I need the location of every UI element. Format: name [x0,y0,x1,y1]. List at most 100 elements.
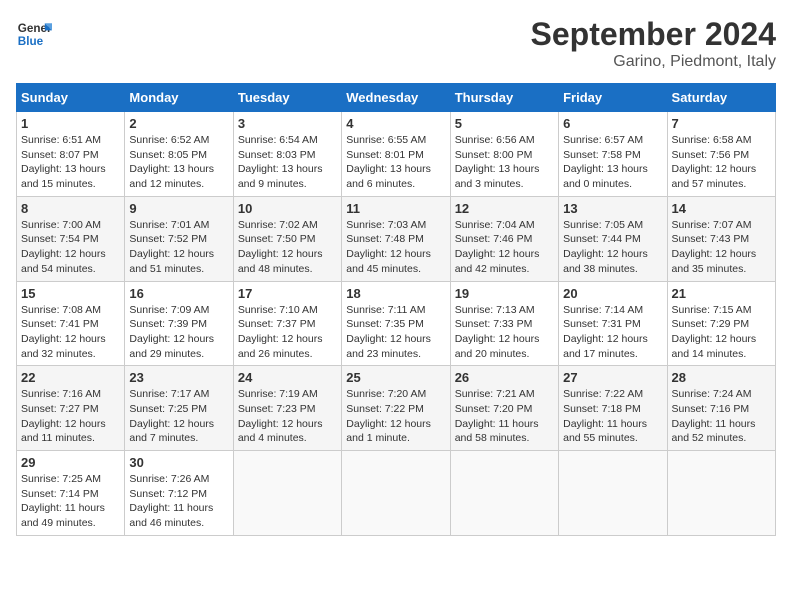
table-row: 26 Sunrise: 7:21 AM Sunset: 7:20 PM Dayli… [450,366,558,451]
day-info: Sunrise: 6:51 AM Sunset: 8:07 PM Dayligh… [21,133,120,192]
day-info: Sunrise: 7:03 AM Sunset: 7:48 PM Dayligh… [346,218,445,277]
table-row: 9Sunrise: 7:01 AM Sunset: 7:52 PM Daylig… [125,196,233,281]
day-number: 1 [21,116,120,131]
day-info: Sunrise: 7:13 AM Sunset: 7:33 PM Dayligh… [455,303,554,362]
table-row [342,451,450,536]
day-number: 18 [346,286,445,301]
table-row: 10Sunrise: 7:02 AM Sunset: 7:50 PM Dayli… [233,196,341,281]
day-info: Sunrise: 6:56 AM Sunset: 8:00 PM Dayligh… [455,133,554,192]
logo: General Blue [16,16,52,52]
day-number: 13 [563,201,662,216]
day-info: Sunrise: 7:26 AM Sunset: 7:12 PM Dayligh… [129,472,228,531]
day-number: 21 [672,286,771,301]
col-saturday: Saturday [667,84,775,112]
table-row: 1 Sunrise: 6:51 AM Sunset: 8:07 PM Daylig… [17,112,125,197]
table-row: 13 Sunrise: 7:05 AM Sunset: 7:44 PM Dayli… [559,196,667,281]
col-tuesday: Tuesday [233,84,341,112]
day-number: 15 [21,286,120,301]
day-number: 22 [21,370,120,385]
calendar-table: Sunday Monday Tuesday Wednesday Thursday… [16,83,776,536]
day-info: Sunrise: 7:05 AM Sunset: 7:44 PM Dayligh… [563,218,662,277]
day-info: Sunrise: 7:17 AM Sunset: 7:25 PM Dayligh… [129,387,228,446]
day-number: 24 [238,370,337,385]
table-row: 16 Sunrise: 7:09 AM Sunset: 7:39 PM Dayli… [125,281,233,366]
page-header: General Blue September 2024 Garino, Pied… [16,16,776,71]
table-row: 18Sunrise: 7:11 AM Sunset: 7:35 PM Dayli… [342,281,450,366]
table-row [559,451,667,536]
table-row: 12Sunrise: 7:04 AM Sunset: 7:46 PM Dayli… [450,196,558,281]
title-block: September 2024 Garino, Piedmont, Italy [531,16,776,71]
table-row: 22 Sunrise: 7:16 AM Sunset: 7:27 PM Dayli… [17,366,125,451]
day-info: Sunrise: 6:55 AM Sunset: 8:01 PM Dayligh… [346,133,445,192]
calendar-week-4: 22 Sunrise: 7:16 AM Sunset: 7:27 PM Dayli… [17,366,776,451]
day-number: 26 [455,370,554,385]
day-number: 19 [455,286,554,301]
calendar-week-3: 15 Sunrise: 7:08 AM Sunset: 7:41 PM Dayli… [17,281,776,366]
table-row [667,451,775,536]
day-info: Sunrise: 6:52 AM Sunset: 8:05 PM Dayligh… [129,133,228,192]
day-number: 20 [563,286,662,301]
table-row [450,451,558,536]
day-info: Sunrise: 7:08 AM Sunset: 7:41 PM Dayligh… [21,303,120,362]
day-number: 25 [346,370,445,385]
table-row: 11 Sunrise: 7:03 AM Sunset: 7:48 PM Dayli… [342,196,450,281]
day-info: Sunrise: 7:04 AM Sunset: 7:46 PM Dayligh… [455,218,554,277]
day-number: 6 [563,116,662,131]
table-row: 20 Sunrise: 7:14 AM Sunset: 7:31 PM Dayli… [559,281,667,366]
col-sunday: Sunday [17,84,125,112]
day-info: Sunrise: 7:09 AM Sunset: 7:39 PM Dayligh… [129,303,228,362]
day-info: Sunrise: 7:25 AM Sunset: 7:14 PM Dayligh… [21,472,120,531]
day-info: Sunrise: 6:58 AM Sunset: 7:56 PM Dayligh… [672,133,771,192]
day-info: Sunrise: 7:01 AM Sunset: 7:52 PM Dayligh… [129,218,228,277]
day-number: 29 [21,455,120,470]
day-info: Sunrise: 7:00 AM Sunset: 7:54 PM Dayligh… [21,218,120,277]
table-row [233,451,341,536]
day-number: 27 [563,370,662,385]
day-number: 7 [672,116,771,131]
table-row: 24Sunrise: 7:19 AM Sunset: 7:23 PM Dayli… [233,366,341,451]
table-row: 30 Sunrise: 7:26 AM Sunset: 7:12 PM Dayli… [125,451,233,536]
col-thursday: Thursday [450,84,558,112]
day-number: 11 [346,201,445,216]
table-row: 15 Sunrise: 7:08 AM Sunset: 7:41 PM Dayli… [17,281,125,366]
day-number: 2 [129,116,228,131]
day-info: Sunrise: 7:16 AM Sunset: 7:27 PM Dayligh… [21,387,120,446]
day-info: Sunrise: 7:20 AM Sunset: 7:22 PM Dayligh… [346,387,445,446]
table-row: 19 Sunrise: 7:13 AM Sunset: 7:33 PM Dayli… [450,281,558,366]
table-row: 27 Sunrise: 7:22 AM Sunset: 7:18 PM Dayli… [559,366,667,451]
day-info: Sunrise: 6:57 AM Sunset: 7:58 PM Dayligh… [563,133,662,192]
header-row: Sunday Monday Tuesday Wednesday Thursday… [17,84,776,112]
table-row: 23 Sunrise: 7:17 AM Sunset: 7:25 PM Dayli… [125,366,233,451]
table-row: 6 Sunrise: 6:57 AM Sunset: 7:58 PM Daylig… [559,112,667,197]
day-info: Sunrise: 7:07 AM Sunset: 7:43 PM Dayligh… [672,218,771,277]
day-info: Sunrise: 7:21 AM Sunset: 7:20 PM Dayligh… [455,387,554,446]
col-friday: Friday [559,84,667,112]
day-info: Sunrise: 7:02 AM Sunset: 7:50 PM Dayligh… [238,218,337,277]
day-number: 16 [129,286,228,301]
day-info: Sunrise: 7:22 AM Sunset: 7:18 PM Dayligh… [563,387,662,446]
day-number: 17 [238,286,337,301]
day-number: 5 [455,116,554,131]
day-number: 4 [346,116,445,131]
col-monday: Monday [125,84,233,112]
page-subtitle: Garino, Piedmont, Italy [531,53,776,71]
table-row: 21 Sunrise: 7:15 AM Sunset: 7:29 PM Dayli… [667,281,775,366]
day-info: Sunrise: 7:15 AM Sunset: 7:29 PM Dayligh… [672,303,771,362]
table-row: 7 Sunrise: 6:58 AM Sunset: 7:56 PM Daylig… [667,112,775,197]
day-number: 23 [129,370,228,385]
table-row: 17Sunrise: 7:10 AM Sunset: 7:37 PM Dayli… [233,281,341,366]
svg-text:Blue: Blue [18,35,44,48]
day-number: 30 [129,455,228,470]
day-number: 28 [672,370,771,385]
table-row: 3 Sunrise: 6:54 AM Sunset: 8:03 PM Daylig… [233,112,341,197]
day-info: Sunrise: 6:54 AM Sunset: 8:03 PM Dayligh… [238,133,337,192]
day-number: 8 [21,201,120,216]
day-number: 3 [238,116,337,131]
table-row: 2 Sunrise: 6:52 AM Sunset: 8:05 PM Daylig… [125,112,233,197]
table-row: 4 Sunrise: 6:55 AM Sunset: 8:01 PM Daylig… [342,112,450,197]
calendar-week-5: 29 Sunrise: 7:25 AM Sunset: 7:14 PM Dayli… [17,451,776,536]
logo-icon: General Blue [16,16,52,52]
table-row: 8 Sunrise: 7:00 AM Sunset: 7:54 PM Daylig… [17,196,125,281]
calendar-week-1: 1 Sunrise: 6:51 AM Sunset: 8:07 PM Daylig… [17,112,776,197]
day-info: Sunrise: 7:14 AM Sunset: 7:31 PM Dayligh… [563,303,662,362]
